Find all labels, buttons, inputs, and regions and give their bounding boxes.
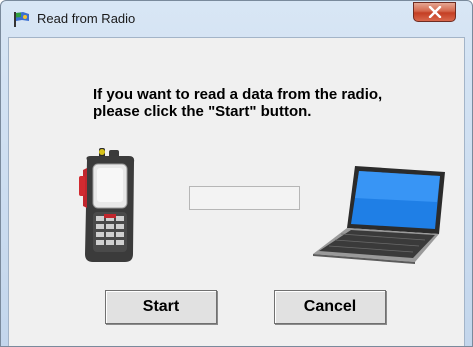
instruction-line-1: If you want to read a data from the radi… (93, 86, 383, 103)
transfer-progress-bar (189, 186, 300, 210)
radio-flag-icon (13, 11, 31, 27)
start-button[interactable]: Start (105, 290, 217, 324)
cancel-button[interactable]: Cancel (274, 290, 386, 324)
dialog-body: If you want to read a data from the radi… (8, 37, 465, 346)
laptop-icon (313, 166, 445, 264)
instruction-line-2: please click the "Start" button. (93, 103, 312, 120)
window-title: Read from Radio (37, 11, 136, 26)
dialog-window: Read from Radio If you want to read a da… (0, 0, 473, 347)
instruction-text: If you want to read a data from the radi… (93, 86, 453, 120)
title-bar[interactable]: Read from Radio (1, 1, 472, 37)
close-icon (428, 6, 442, 18)
handheld-radio-icon (79, 148, 135, 262)
close-button[interactable] (413, 2, 456, 22)
